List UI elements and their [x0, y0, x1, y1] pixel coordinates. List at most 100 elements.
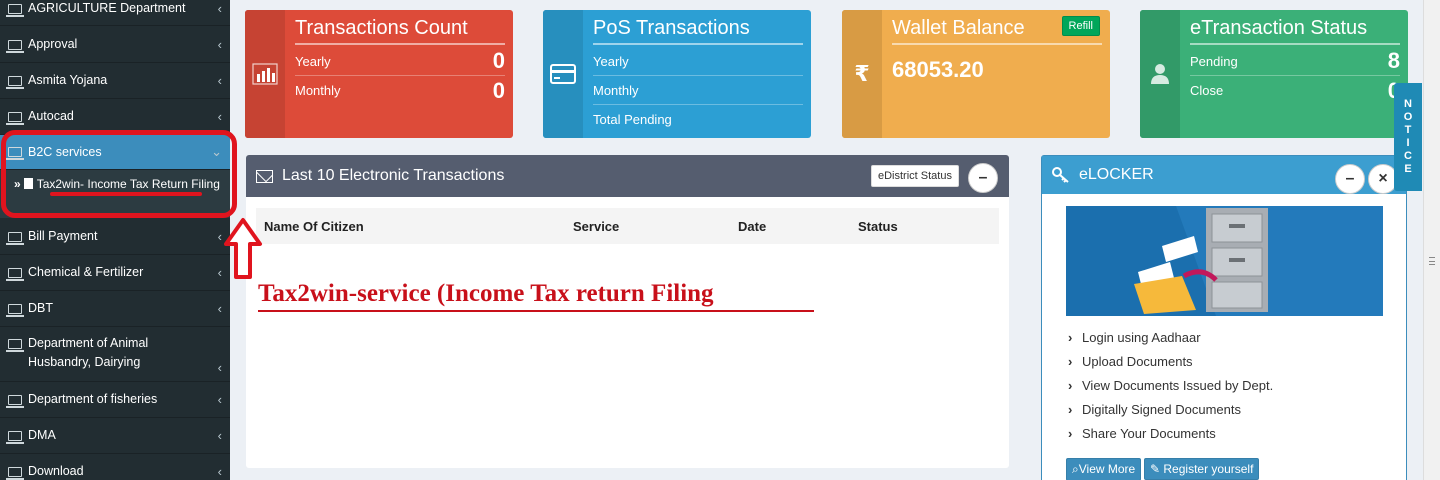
table-header: Name Of Citizen Service Date Status — [256, 208, 999, 244]
pending-count: 8 — [1387, 48, 1400, 73]
sidebar-item-b2c-services[interactable]: B2C services ⌄ — [0, 135, 230, 170]
transactions-count-card: Transactions Count Yearly 0 Monthly 0 — [245, 10, 513, 138]
card-title: eTransaction Status — [1190, 16, 1400, 45]
submenu-item-label: Tax2win- Income Tax Return Filing — [36, 177, 220, 191]
wallet-balance-card: ₹ Wallet Balance 68053.20 Refill — [842, 10, 1110, 138]
chevron-left-icon: ‹ — [217, 265, 222, 280]
sidebar-item-agriculture[interactable]: AGRICULTURE Department ‹ — [0, 0, 230, 26]
scroll-grip-icon — [1429, 257, 1435, 265]
minimize-button[interactable]: – — [1335, 164, 1365, 194]
yearly-label: Yearly — [593, 53, 629, 69]
sidebar-item-fisheries[interactable]: Department of fisheries ‹ — [0, 382, 230, 418]
monthly-label: Monthly — [593, 82, 639, 98]
notice-tab[interactable]: NOTICE — [1394, 83, 1422, 191]
laptop-icon — [6, 267, 24, 281]
sidebar-item-asmita-yojana[interactable]: Asmita Yojana ‹ — [0, 63, 230, 99]
sidebar-item-autocad[interactable]: Autocad ‹ — [0, 99, 230, 135]
sidebar-item-label: Autocad — [28, 109, 74, 123]
laptop-icon — [6, 147, 24, 160]
card-title: PoS Transactions — [593, 16, 803, 45]
sidebar-item-approval[interactable]: Approval ‹ — [0, 27, 230, 63]
register-button[interactable]: ✎ Register yourself — [1144, 458, 1260, 480]
sidebar-item-chemical-fertilizer[interactable]: Chemical & Fertilizer ‹ — [0, 255, 230, 291]
annotation-text-underline — [258, 310, 814, 312]
double-chevron-right-icon: » — [14, 177, 21, 191]
sidebar-item-label: AGRICULTURE Department — [28, 1, 186, 15]
sidebar-item-label: Chemical & Fertilizer — [28, 265, 144, 279]
credit-card-icon — [543, 10, 583, 138]
user-icon — [1140, 10, 1180, 138]
pencil-icon: ✎ — [1150, 462, 1164, 476]
chevron-down-icon: ⌄ — [211, 144, 222, 159]
sidebar-item-bill-payment[interactable]: Bill Payment ‹ — [0, 219, 230, 255]
sidebar-item-download[interactable]: Download ‹ — [0, 454, 230, 480]
etransaction-status-card: eTransaction Status Pending8 Close0 — [1140, 10, 1408, 138]
chevron-left-icon: ‹ — [217, 1, 222, 16]
sidebar-item-label: Bill Payment — [28, 229, 98, 243]
list-item[interactable]: › Upload Documents — [1068, 350, 1273, 374]
elocker-links: › Login using Aadhaar › Upload Documents ›… — [1068, 326, 1273, 446]
monthly-count: 0 — [492, 77, 505, 103]
monthly-label: Monthly — [295, 83, 341, 98]
scrollbar[interactable] — [1423, 0, 1440, 480]
refill-button[interactable]: Refill — [1061, 16, 1100, 36]
chevron-left-icon: ‹ — [217, 392, 222, 407]
sidebar-item-dbt[interactable]: DBT ‹ — [0, 291, 230, 327]
chevron-left-icon: ‹ — [217, 37, 222, 52]
list-item[interactable]: › Login using Aadhaar — [1068, 326, 1273, 350]
list-item[interactable]: › Digitally Signed Documents — [1068, 398, 1273, 422]
chevron-left-icon: ‹ — [217, 229, 222, 244]
sidebar-item-label: DMA — [28, 428, 56, 442]
sidebar-item-dma[interactable]: DMA ‹ — [0, 418, 230, 454]
sidebar-item-label: Asmita Yojana — [28, 73, 108, 87]
column-header: Name Of Citizen — [264, 218, 364, 234]
yearly-label: Yearly — [295, 53, 331, 69]
chevron-left-icon: ‹ — [217, 109, 222, 124]
chevron-left-icon: ‹ — [217, 301, 222, 316]
sidebar-item-animal-husbandry[interactable]: Department of Animal Husbandry, Dairying… — [0, 327, 230, 382]
sidebar-item-label: Department of Animal Husbandry, Dairying — [28, 336, 149, 369]
total-pending-label: Total Pending — [593, 112, 672, 127]
column-header: Status — [858, 218, 898, 234]
document-icon — [23, 178, 33, 189]
sidebar-item-label: DBT — [28, 301, 53, 315]
panel-title: Last 10 Electronic Transactions — [282, 167, 505, 184]
list-item[interactable]: › View Documents Issued by Dept. — [1068, 374, 1273, 398]
sidebar-item-label: Download — [28, 464, 84, 478]
bar-chart-icon — [245, 10, 285, 138]
laptop-icon — [6, 111, 24, 125]
notice-label: NOTICE — [1402, 98, 1414, 176]
chevron-left-icon: ‹ — [217, 464, 222, 479]
sidebar-item-label: Approval — [28, 37, 78, 51]
chevron-right-icon: › — [1068, 354, 1073, 369]
laptop-icon — [6, 75, 24, 89]
elocker-illustration — [1066, 206, 1383, 316]
sidebar-item-label: B2C services — [28, 144, 102, 159]
rupee-icon: ₹ — [842, 10, 882, 138]
laptop-icon — [6, 466, 24, 480]
column-header: Service — [573, 218, 620, 234]
pos-transactions-card: PoS Transactions Yearly Monthly Total Pe… — [543, 10, 811, 138]
sidebar: AGRICULTURE Department ‹ Approval ‹ Asmi… — [0, 0, 230, 480]
close-label: Close — [1190, 83, 1224, 98]
panel-title: eLOCKER — [1079, 166, 1154, 183]
pending-label: Pending — [1190, 53, 1238, 69]
annotation-arrow-icon — [224, 218, 262, 279]
annotation-underline — [50, 192, 202, 196]
wallet-amount: 68053.20 — [892, 57, 984, 82]
chevron-right-icon: › — [1068, 330, 1073, 345]
laptop-icon — [6, 3, 24, 17]
annotation-text: Tax2win-service (Income Tax return Filin… — [258, 280, 714, 307]
chevron-left-icon: ‹ — [217, 360, 222, 375]
yearly-count: 0 — [492, 48, 505, 73]
view-more-button[interactable]: ⌕View More — [1066, 458, 1142, 480]
edistrict-status-button[interactable]: eDistrict Status — [871, 165, 959, 187]
laptop-icon — [6, 231, 24, 245]
sidebar-item-label: Department of fisheries — [28, 392, 158, 406]
laptop-icon — [6, 339, 24, 352]
minimize-button[interactable]: – — [968, 163, 998, 193]
chevron-right-icon: › — [1068, 426, 1073, 441]
laptop-icon — [6, 430, 24, 444]
list-item[interactable]: › Share Your Documents — [1068, 422, 1273, 446]
search-icon: ⌕ — [1072, 462, 1079, 476]
